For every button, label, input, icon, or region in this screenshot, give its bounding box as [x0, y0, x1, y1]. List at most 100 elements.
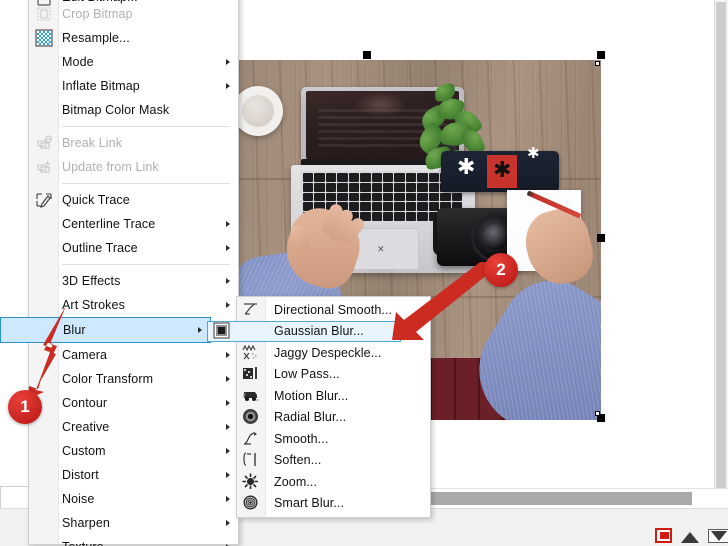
selection-handle-right[interactable]	[597, 234, 605, 242]
menu-item-label: 3D Effects	[62, 274, 121, 288]
selection-handle-top[interactable]	[363, 51, 371, 59]
menu-item-label: Noise	[62, 492, 95, 506]
laptop-notch	[367, 269, 395, 273]
camera-lens-inner	[483, 224, 509, 250]
submenu-item-label: Soften...	[274, 453, 322, 468]
submenu-item-low-pass[interactable]: Low Pass...	[237, 364, 430, 386]
jaggy-despeckle-icon	[242, 344, 260, 362]
menu-item-label: Centerline Trace	[62, 217, 156, 231]
directional-smooth-icon	[242, 301, 260, 319]
smooth-icon	[242, 430, 260, 448]
submenu-item-label: Gaussian Blur...	[274, 324, 364, 339]
asterisk-small-icon: ✱	[527, 145, 540, 162]
submenu-item-zoom[interactable]: Zoom...	[237, 471, 430, 493]
chevron-right-icon	[198, 327, 202, 333]
submenu-item-soften[interactable]: Soften...	[237, 450, 430, 472]
application-window: ✕ ✱ ✱ ✱ Crop Bitmap Resample... Mode Inf…	[0, 0, 728, 546]
menu-item-label: Color Transform	[62, 372, 154, 386]
chevron-right-icon	[226, 520, 230, 526]
break-link-icon	[35, 134, 53, 152]
menu-item-update-from-link[interactable]: Update from Link	[29, 155, 238, 179]
menu-item-label: Texture	[62, 540, 220, 546]
submenu-item-smart-blur[interactable]: Smart Blur...	[237, 493, 430, 515]
menu-item-label: Camera	[62, 348, 108, 362]
caret-down-icon[interactable]	[708, 529, 728, 543]
menu-item-distort[interactable]: Distort	[29, 463, 238, 487]
pencil-case: ✱ ✱ ✱	[441, 146, 559, 192]
menu-item-label: Crop Bitmap	[62, 7, 133, 21]
menu-item-bitmap-color-mask[interactable]: Bitmap Color Mask	[29, 98, 238, 122]
menu-item-label: Mode	[62, 55, 94, 69]
chevron-right-icon	[226, 448, 230, 454]
menu-item-label: Distort	[62, 468, 99, 482]
crop-bitmap-icon	[35, 5, 53, 23]
selection-handle-small-br[interactable]	[595, 411, 600, 416]
menu-item-blur[interactable]: Blur	[0, 317, 211, 343]
menu-item-break-link[interactable]: Break Link	[29, 131, 238, 155]
menu-item-crop-bitmap[interactable]: Crop Bitmap	[29, 2, 238, 26]
submenu-item-label: Radial Blur...	[274, 410, 347, 425]
menu-item-label: Update from Link	[62, 160, 159, 174]
chevron-right-icon	[226, 221, 230, 227]
chevron-right-icon	[226, 496, 230, 502]
submenu-item-directional-smooth[interactable]: Directional Smooth...	[237, 299, 430, 321]
annotation-badge-1: 1	[8, 390, 42, 424]
blur-submenu[interactable]: Directional Smooth... Gaussian Blur... J…	[207, 296, 431, 518]
selection-handle-top-right[interactable]	[597, 51, 605, 59]
menu-item-texture[interactable]: Texture	[29, 535, 238, 546]
submenu-item-radial-blur[interactable]: Radial Blur...	[237, 407, 430, 429]
menu-item-noise[interactable]: Noise	[29, 487, 238, 511]
menu-item-creative[interactable]: Creative	[29, 415, 238, 439]
submenu-item-label: Motion Blur...	[274, 388, 349, 403]
selection-handle-small-tr[interactable]	[595, 61, 600, 66]
menu-item-label: Break Link	[62, 136, 123, 150]
submenu-item-label: Smooth...	[274, 431, 329, 446]
caret-up-icon[interactable]	[681, 532, 699, 543]
chevron-right-icon	[226, 424, 230, 430]
submenu-item-label: Jaggy Despeckle...	[274, 345, 382, 360]
menu-item-contour[interactable]: Contour	[29, 391, 238, 415]
menu-item-3d-effects[interactable]: 3D Effects	[29, 269, 238, 293]
menu-item-label: Resample...	[62, 31, 130, 45]
menu-item-label: Creative	[62, 420, 110, 434]
soften-icon	[242, 451, 260, 469]
vertical-scrollbar[interactable]	[716, 2, 726, 488]
screen-hand-reflection	[354, 92, 407, 117]
menu-item-resample[interactable]: Resample...	[29, 26, 238, 50]
submenu-item-gaussian-blur[interactable]: Gaussian Blur...	[207, 320, 401, 342]
zoom-icon	[242, 473, 260, 491]
menu-item-art-strokes[interactable]: Art Strokes	[29, 293, 238, 317]
red-stop-icon[interactable]	[655, 528, 672, 543]
menu-item-color-transform[interactable]: Color Transform	[29, 367, 238, 391]
update-link-icon	[35, 158, 53, 176]
menu-item-custom[interactable]: Custom	[29, 439, 238, 463]
motion-blur-icon	[242, 387, 260, 405]
menu-separator	[62, 264, 230, 265]
asterisk-white-icon: ✱	[457, 154, 476, 179]
menu-item-inflate-bitmap[interactable]: Inflate Bitmap	[29, 74, 238, 98]
asterisk-black-icon: ✱	[493, 157, 512, 182]
menu-item-centerline-trace[interactable]: Centerline Trace	[29, 212, 238, 236]
submenu-item-smooth[interactable]: Smooth...	[237, 428, 430, 450]
bitmap-context-menu[interactable]: Edit Bitmap... Crop Bitmap	[0, 0, 239, 546]
annotation-badge-2: 2	[484, 253, 518, 287]
smart-blur-icon	[242, 494, 260, 512]
cursor-x-mark: ✕	[377, 244, 385, 254]
menu-item-label: Sharpen	[62, 516, 110, 530]
menu-item-mode[interactable]: Mode	[29, 50, 238, 74]
submenu-item-label: Zoom...	[274, 474, 318, 489]
quick-trace-icon	[35, 191, 53, 209]
chevron-right-icon	[226, 400, 230, 406]
horizontal-scrollbar-thumb[interactable]	[430, 492, 692, 505]
cup-interior	[242, 95, 274, 127]
menu-item-outline-trace[interactable]: Outline Trace	[29, 236, 238, 260]
submenu-item-label: Smart Blur...	[274, 496, 345, 511]
chevron-right-icon	[226, 245, 230, 251]
menu-item-quick-trace[interactable]: Quick Trace	[29, 188, 238, 212]
submenu-item-motion-blur[interactable]: Motion Blur...	[237, 385, 430, 407]
menu-item-sharpen[interactable]: Sharpen	[29, 511, 238, 535]
chevron-right-icon	[226, 352, 230, 358]
menu-separator	[62, 126, 230, 127]
menu-item-camera[interactable]: Camera	[29, 343, 238, 367]
submenu-item-jaggy-despeckle[interactable]: Jaggy Despeckle...	[237, 342, 430, 364]
